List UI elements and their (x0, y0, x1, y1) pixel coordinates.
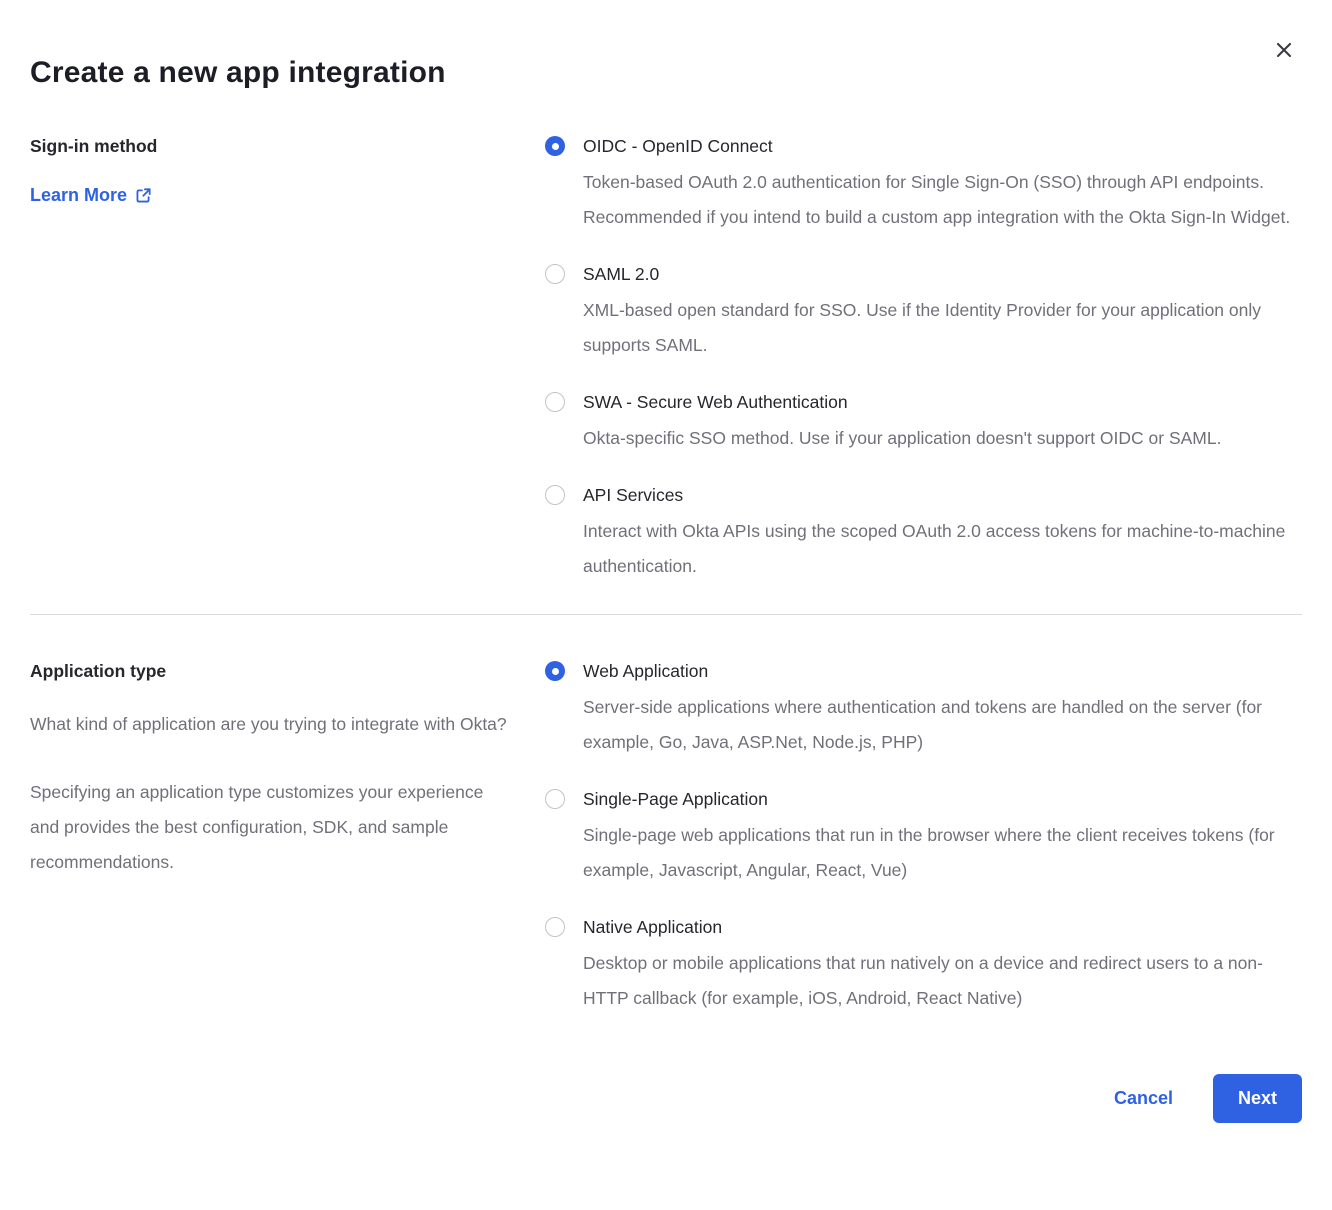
option-label: API Services (583, 483, 683, 507)
radio-swa[interactable]: SWA - Secure Web Authentication (545, 390, 1302, 414)
option-label: Single-Page Application (583, 787, 768, 811)
signin-option-swa: SWA - Secure Web Authentication Okta-spe… (545, 390, 1302, 456)
signin-method-heading: Sign-in method (30, 134, 545, 158)
create-app-integration-dialog: Create a new app integration Sign-in met… (0, 0, 1332, 1210)
option-label: SWA - Secure Web Authentication (583, 390, 848, 414)
dialog-footer: Cancel Next (30, 1074, 1302, 1163)
apptype-option-native: Native Application Desktop or mobile app… (545, 915, 1302, 1016)
radio-button-icon (545, 392, 565, 412)
option-description: Server-side applications where authentic… (583, 690, 1301, 760)
section-divider (30, 614, 1302, 615)
option-description: Interact with Okta APIs using the scoped… (583, 514, 1301, 584)
option-label: OIDC - OpenID Connect (583, 134, 773, 158)
close-icon[interactable] (1270, 36, 1298, 64)
radio-oidc[interactable]: OIDC - OpenID Connect (545, 134, 1302, 158)
application-type-heading: Application type (30, 659, 545, 683)
option-label: Native Application (583, 915, 722, 939)
radio-single-page-application[interactable]: Single-Page Application (545, 787, 1302, 811)
page-title: Create a new app integration (30, 0, 1302, 90)
signin-options-list: OIDC - OpenID Connect Token-based OAuth … (545, 134, 1302, 584)
signin-option-api-services: API Services Interact with Okta APIs usi… (545, 483, 1302, 584)
option-label: SAML 2.0 (583, 262, 659, 286)
signin-option-oidc: OIDC - OpenID Connect Token-based OAuth … (545, 134, 1302, 235)
radio-native-application[interactable]: Native Application (545, 915, 1302, 939)
next-button[interactable]: Next (1213, 1074, 1302, 1123)
signin-option-saml: SAML 2.0 XML-based open standard for SSO… (545, 262, 1302, 363)
radio-web-application[interactable]: Web Application (545, 659, 1302, 683)
radio-button-icon (545, 917, 565, 937)
cancel-button[interactable]: Cancel (1114, 1088, 1173, 1109)
radio-button-icon (545, 661, 565, 681)
option-description: Okta-specific SSO method. Use if your ap… (583, 421, 1301, 456)
signin-left-column: Sign-in method Learn More (30, 134, 545, 206)
external-link-icon (135, 187, 152, 204)
apptype-description-1: What kind of application are you trying … (30, 707, 510, 742)
apptype-left-column: Application type What kind of applicatio… (30, 659, 545, 880)
option-label: Web Application (583, 659, 708, 683)
radio-api-services[interactable]: API Services (545, 483, 1302, 507)
learn-more-label: Learn More (30, 185, 127, 206)
learn-more-link[interactable]: Learn More (30, 185, 152, 206)
option-description: Desktop or mobile applications that run … (583, 946, 1301, 1016)
radio-button-icon (545, 264, 565, 284)
radio-button-icon (545, 485, 565, 505)
apptype-description-2: Specifying an application type customize… (30, 775, 510, 880)
apptype-option-spa: Single-Page Application Single-page web … (545, 787, 1302, 888)
option-description: XML-based open standard for SSO. Use if … (583, 293, 1301, 363)
apptype-option-web: Web Application Server-side applications… (545, 659, 1302, 760)
radio-saml[interactable]: SAML 2.0 (545, 262, 1302, 286)
apptype-options-list: Web Application Server-side applications… (545, 659, 1302, 1016)
close-x-glyph (1275, 41, 1293, 59)
radio-button-icon (545, 136, 565, 156)
option-description: Single-page web applications that run in… (583, 818, 1301, 888)
application-type-section: Application type What kind of applicatio… (30, 659, 1302, 1016)
signin-method-section: Sign-in method Learn More OIDC - OpenID … (30, 134, 1302, 584)
option-description: Token-based OAuth 2.0 authentication for… (583, 165, 1301, 235)
radio-button-icon (545, 789, 565, 809)
